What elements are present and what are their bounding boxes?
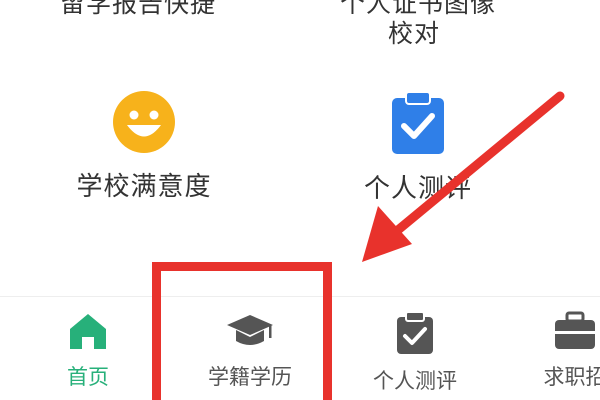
- tab-job-seeking-label: 求职招: [543, 365, 600, 389]
- tab-personal-evaluation-label: 个人测评: [373, 369, 457, 393]
- partial-grid-label-right-line2: 校对: [388, 19, 441, 48]
- tab-student-records[interactable]: 学籍学历: [175, 311, 325, 391]
- bottom-tab-bar: 首页 学籍学历 个人测评 求职招: [0, 296, 600, 400]
- grid-item-label: 个人测评: [363, 174, 472, 204]
- clipboard-check-icon: [392, 91, 444, 154]
- tab-job-seeking[interactable]: 求职招: [500, 311, 600, 391]
- grid-item-label: 学校满意度: [76, 172, 212, 202]
- smiley-face-icon: [113, 91, 175, 153]
- tab-student-records-label: 学籍学历: [208, 365, 292, 389]
- home-icon: [70, 314, 106, 349]
- tab-personal-evaluation[interactable]: 个人测评: [340, 311, 490, 395]
- tab-home-label: 首页: [67, 365, 109, 389]
- partial-grid-label-left: 留学报告快捷: [60, 0, 217, 18]
- tab-home[interactable]: 首页: [13, 311, 163, 391]
- clipboard-check-icon: [397, 311, 433, 354]
- grid-item-school-satisfaction[interactable]: 学校满意度: [44, 90, 244, 203]
- graduation-cap-icon: [227, 315, 273, 345]
- briefcase-icon: [555, 311, 595, 349]
- app-screen: 留学报告快捷 个人证书图像 校对 学校满意度 个人测评 首页 学籍学历 个人测评…: [0, 0, 600, 400]
- grid-item-personal-evaluation[interactable]: 个人测评: [318, 90, 518, 205]
